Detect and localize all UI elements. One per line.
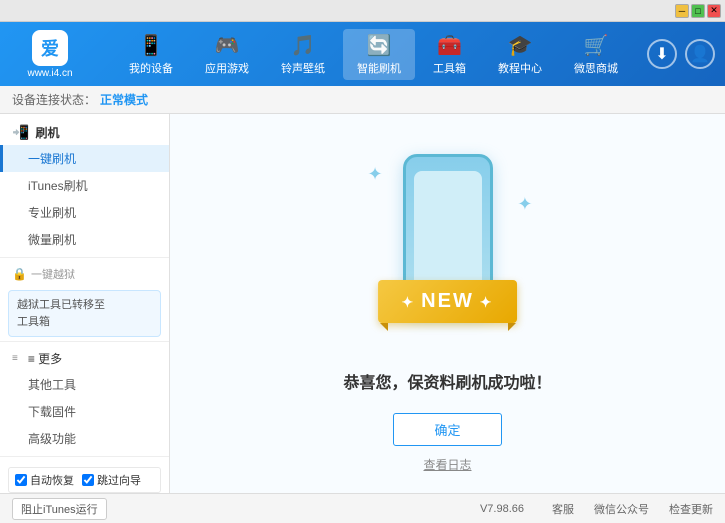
itunes-block-button[interactable]: 阻止iTunes运行 (12, 498, 107, 520)
sidebar-item-itunes-label: iTunes刷机 (28, 179, 88, 193)
status-value: 正常模式 (100, 91, 148, 108)
nav-smart-flash[interactable]: 🔄 智能刷机 (343, 29, 415, 80)
status-label: 设备连接状态： (12, 91, 96, 108)
sparkle-left: ✦ (368, 164, 383, 185)
nav-wechat-shop-label: 微思商城 (574, 60, 618, 76)
nav-ringtones-label: 铃声壁纸 (281, 60, 325, 76)
nav-tutorials-label: 教程中心 (498, 60, 542, 76)
new-badge: NEW (378, 280, 518, 323)
more-icon: ≡ (12, 353, 18, 364)
tutorials-icon: 🎓 (508, 33, 533, 58)
skip-wizard-label: 跳过向导 (97, 472, 141, 488)
sidebar-item-itunes-flash[interactable]: iTunes刷机 (0, 172, 169, 199)
info-box: 越狱工具已转移至工具箱 (8, 290, 161, 337)
nav-apps-games[interactable]: 🎮 应用游戏 (191, 29, 263, 80)
smart-flash-icon: 🔄 (367, 33, 392, 58)
skip-wizard-checkbox[interactable]: 跳过向导 (82, 472, 141, 488)
device-section: 自动恢复 跳过向导 📱 iPhone 12 mini 64GB Down-12m… (0, 461, 169, 493)
nav-toolbox[interactable]: 🧰 工具箱 (419, 29, 480, 80)
ribbon-corner-right (508, 323, 516, 331)
footer: 阻止iTunes运行 V7.98.66 客服 微信公众号 检查更新 (0, 493, 725, 523)
sidebar-item-one-key-label: 一键刷机 (28, 152, 76, 166)
sidebar-item-pro-flash[interactable]: 专业刷机 (0, 199, 169, 226)
nav-items: 📱 我的设备 🎮 应用游戏 🎵 铃声壁纸 🔄 智能刷机 🧰 工具箱 🎓 教程中心… (100, 29, 647, 80)
auto-restore-input[interactable] (15, 474, 27, 486)
nav-toolbox-label: 工具箱 (433, 60, 466, 76)
phone-screen (414, 171, 482, 291)
sidebar: 📲 刷机 一键刷机 iTunes刷机 专业刷机 微量刷机 🔒 一键越狱 越狱工具… (0, 114, 170, 493)
daily-link[interactable]: 查看日志 (423, 456, 471, 473)
jailbreak-group: 🔒 一键越狱 (0, 262, 169, 286)
sidebar-advanced-label: 高级功能 (28, 432, 76, 446)
info-text: 越狱工具已转移至工具箱 (17, 299, 105, 328)
sidebar-item-micro-label: 微量刷机 (28, 233, 76, 247)
status-bar: 设备连接状态： 正常模式 (0, 86, 725, 114)
my-device-icon: 📱 (139, 33, 164, 58)
maximize-button[interactable]: □ (691, 4, 705, 18)
device-checkboxes: 自动恢复 跳过向导 (8, 467, 161, 493)
support-link[interactable]: 客服 (552, 501, 574, 517)
logo-icon: 爱 (32, 30, 68, 66)
sidebar-divider-1 (0, 257, 169, 258)
flash-group: 📲 刷机 (0, 120, 169, 145)
close-button[interactable]: ✕ (707, 4, 721, 18)
sidebar-divider-3 (0, 456, 169, 457)
sidebar-download-fw-label: 下载固件 (28, 405, 76, 419)
apps-games-icon: 🎮 (215, 33, 240, 58)
skip-wizard-input[interactable] (82, 474, 94, 486)
more-title: ≡ ≡ 更多 (0, 346, 169, 371)
success-illustration: ✦ ✦ NEW (348, 134, 548, 353)
sidebar-item-download-fw[interactable]: 下载固件 (0, 398, 169, 425)
footer-left: 阻止iTunes运行 (12, 498, 480, 520)
nav-wechat-shop[interactable]: 🛒 微思商城 (560, 29, 632, 80)
user-button[interactable]: 👤 (685, 39, 715, 69)
sidebar-item-other-tools[interactable]: 其他工具 (0, 371, 169, 398)
download-button[interactable]: ⬇ (647, 39, 677, 69)
flash-group-icon: 📲 (12, 124, 29, 141)
auto-restore-label: 自动恢复 (30, 472, 74, 488)
title-bar: ─ □ ✕ (0, 0, 725, 22)
logo-text: www.i4.cn (27, 68, 72, 79)
flash-group-title: 刷机 (35, 124, 59, 141)
lock-icon: 🔒 (12, 267, 27, 281)
nav-right: ⬇ 👤 (647, 39, 715, 69)
nav-ringtones[interactable]: 🎵 铃声壁纸 (267, 29, 339, 80)
sparkle-right: ✦ (517, 194, 532, 215)
ribbon-corner-left (380, 323, 388, 331)
sidebar-item-pro-label: 专业刷机 (28, 206, 76, 220)
wechat-link[interactable]: 微信公众号 (594, 501, 649, 517)
main-area: 📲 刷机 一键刷机 iTunes刷机 专业刷机 微量刷机 🔒 一键越狱 越狱工具… (0, 114, 725, 493)
update-link[interactable]: 检查更新 (669, 501, 713, 517)
confirm-button[interactable]: 确定 (393, 413, 501, 446)
nav-my-device[interactable]: 📱 我的设备 (115, 29, 187, 80)
footer-right: V7.98.66 客服 微信公众号 检查更新 (480, 501, 713, 517)
toolbox-icon: 🧰 (437, 33, 462, 58)
more-title-label: ≡ 更多 (28, 350, 62, 367)
ringtones-icon: 🎵 (291, 33, 316, 58)
nav-apps-games-label: 应用游戏 (205, 60, 249, 76)
nav-smart-flash-label: 智能刷机 (357, 60, 401, 76)
header: 爱 www.i4.cn 📱 我的设备 🎮 应用游戏 🎵 铃声壁纸 🔄 智能刷机 … (0, 22, 725, 86)
logo: 爱 www.i4.cn (10, 30, 90, 79)
sidebar-divider-2 (0, 341, 169, 342)
wechat-shop-icon: 🛒 (584, 33, 609, 58)
sidebar-item-advanced[interactable]: 高级功能 (0, 425, 169, 452)
sidebar-item-micro-flash[interactable]: 微量刷机 (0, 226, 169, 253)
nav-tutorials[interactable]: 🎓 教程中心 (484, 29, 556, 80)
minimize-button[interactable]: ─ (675, 4, 689, 18)
content-area: ✦ ✦ NEW 恭喜您，保资料刷机成功啦！ 确定 查看日志 (170, 114, 725, 493)
auto-restore-checkbox[interactable]: 自动恢复 (15, 472, 74, 488)
jailbreak-label: 一键越狱 (31, 266, 75, 282)
sidebar-item-one-key-flash[interactable]: 一键刷机 (0, 145, 169, 172)
success-text: 恭喜您，保资料刷机成功啦！ (343, 369, 551, 393)
version-label: V7.98.66 (480, 503, 524, 515)
sidebar-other-tools-label: 其他工具 (28, 378, 76, 392)
nav-my-device-label: 我的设备 (129, 60, 173, 76)
